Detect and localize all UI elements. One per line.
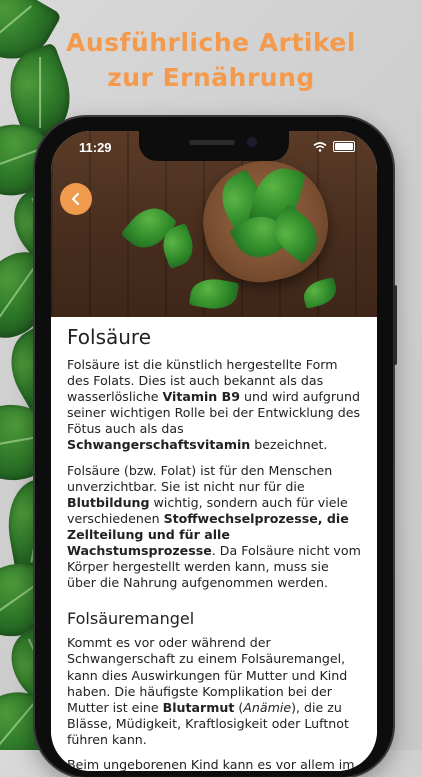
article-paragraph-3: Kommt es vor oder während der Schwangers… [67,635,349,747]
article-paragraph-2: Folsäure (bzw. Folat) ist für den Mensch… [67,462,361,591]
back-button[interactable] [60,183,92,215]
status-time: 11:29 [79,140,112,155]
article-paragraph-1: Folsäure ist die künstlich hergestellte … [67,357,361,453]
speaker-grille [189,140,235,145]
front-camera [247,137,257,147]
status-icons [313,141,355,152]
promo-headline-line2: zur Ernährung [107,63,315,92]
section-title-folsaeuremangel: Folsäuremangel [67,609,195,629]
phone-screen: 11:29 Folsäure Folsäure ist die künstlic… [51,131,377,771]
phone-notch [139,131,289,161]
phone-frame: 11:29 Folsäure Folsäure ist die künstlic… [35,117,397,777]
article-title: Folsäure [67,325,152,349]
wifi-icon [313,141,327,152]
promo-headline-line1: Ausführliche Artikel [66,28,356,57]
chevron-left-icon [71,192,80,206]
battery-icon [333,141,355,152]
phone-side-button [393,285,397,365]
article-body: Folsäure Folsäure ist die künstlich herg… [51,317,377,771]
article-paragraph-4: Beim ungeborenen Kind kann es vor allem … [67,756,355,771]
